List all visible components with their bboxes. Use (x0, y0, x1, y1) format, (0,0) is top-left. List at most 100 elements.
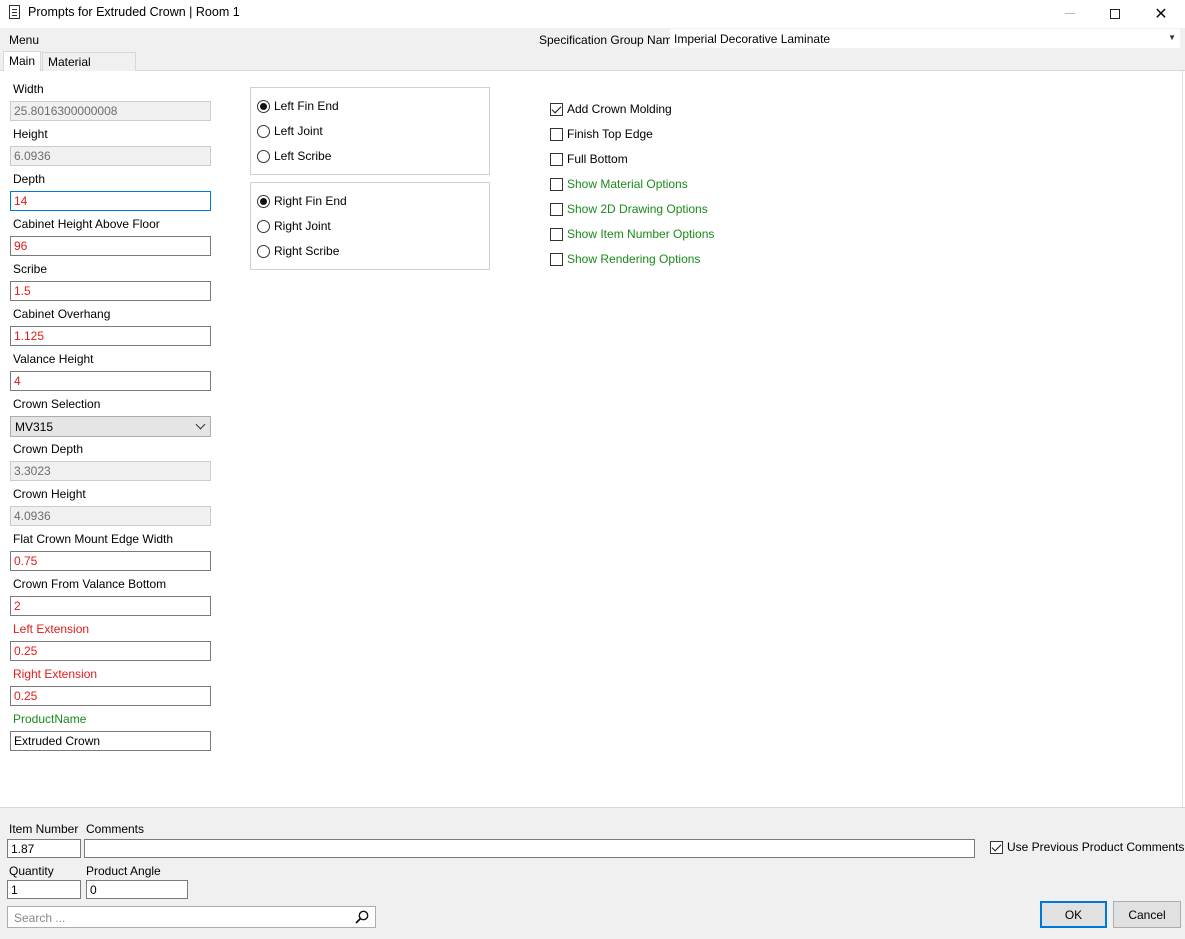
checkbox-icon (550, 152, 563, 166)
show-item-number-options-checkbox[interactable]: Show Item Number Options (550, 227, 714, 241)
show-2d-drawing-options-checkbox[interactable]: Show 2D Drawing Options (550, 202, 708, 216)
product-angle-field[interactable]: 0 (86, 880, 188, 899)
quantity-field[interactable]: 1 (7, 880, 81, 899)
tab-material-options[interactable]: Material Options (42, 52, 136, 83)
checkbox-checked-icon (990, 840, 1003, 854)
crown-depth-label: Crown Depth (13, 442, 84, 456)
comments-field[interactable] (84, 839, 975, 858)
cabinet-overhang-field[interactable]: 1.125 (10, 326, 211, 346)
show-material-options-checkbox[interactable]: Show Material Options (550, 177, 688, 191)
crown-height-label: Crown Height (13, 487, 86, 501)
close-button[interactable]: ✕ (1138, 0, 1184, 27)
add-crown-molding-checkbox[interactable]: Add Crown Molding (550, 102, 672, 116)
title-bar: Prompts for Extruded Crown | Room 1 ✕ (0, 0, 1185, 27)
left-joint-option[interactable]: Left Joint (257, 124, 323, 138)
full-bottom-label: Full Bottom (567, 152, 628, 166)
comments-label: Comments (86, 822, 145, 836)
flat-crown-edge-field[interactable]: 0.75 (10, 551, 211, 571)
depth-field[interactable]: 14 (10, 191, 211, 211)
left-scribe-label: Left Scribe (274, 149, 332, 163)
item-number-field[interactable]: 1.87 (7, 839, 81, 858)
product-name-label: ProductName (13, 712, 87, 726)
checkbox-icon (550, 177, 563, 191)
right-end-group: Right Fin End Right Joint Right Scribe (250, 182, 490, 270)
crown-depth-field[interactable]: 3.3023 (10, 461, 211, 481)
spec-group-value: Imperial Decorative Laminate (674, 32, 831, 46)
crown-height-field[interactable]: 4.0936 (10, 506, 211, 526)
radio-icon (257, 219, 270, 233)
radio-selected-icon (257, 99, 270, 113)
left-extension-label: Left Extension (13, 622, 90, 636)
scribe-label: Scribe (13, 262, 48, 276)
document-icon (9, 5, 20, 19)
checkbox-icon (550, 227, 563, 241)
spec-group-select[interactable]: Imperial Decorative Laminate ▼ (670, 29, 1180, 48)
right-fin-end-option[interactable]: Right Fin End (257, 194, 347, 208)
chevron-down-icon (195, 419, 206, 430)
radio-icon (257, 244, 270, 258)
radio-selected-icon (257, 194, 270, 208)
window-title: Prompts for Extruded Crown | Room 1 (28, 5, 240, 19)
add-crown-molding-label: Add Crown Molding (567, 102, 672, 116)
minimize-button[interactable] (1047, 0, 1093, 27)
cabinet-height-label: Cabinet Height Above Floor (13, 217, 160, 231)
cabinet-overhang-label: Cabinet Overhang (13, 307, 111, 321)
tab-main[interactable]: Main (3, 51, 41, 72)
use-previous-comments-label: Use Previous Product Comments (1007, 840, 1185, 854)
spec-group-label: Specification Group Name (539, 33, 680, 47)
crown-selection-dropdown[interactable]: MV315 (10, 416, 211, 437)
checkbox-icon (550, 127, 563, 141)
left-extension-field[interactable]: 0.25 (10, 641, 211, 661)
left-joint-label: Left Joint (274, 124, 323, 138)
product-angle-label: Product Angle (86, 864, 161, 878)
maximize-button[interactable] (1092, 0, 1138, 27)
width-field[interactable]: 25.8016300000008 (10, 101, 211, 121)
scribe-field[interactable]: 1.5 (10, 281, 211, 301)
right-extension-label: Right Extension (13, 667, 98, 681)
left-end-group: Left Fin End Left Joint Left Scribe (250, 87, 490, 175)
crown-selection-label: Crown Selection (13, 397, 101, 411)
cabinet-height-field[interactable]: 96 (10, 236, 211, 256)
full-bottom-checkbox[interactable]: Full Bottom (550, 152, 628, 166)
valance-height-field[interactable]: 4 (10, 371, 211, 391)
quantity-label: Quantity (9, 864, 54, 878)
search-placeholder: Search ... (14, 911, 66, 925)
search-icon[interactable] (355, 910, 369, 924)
crown-from-valance-label: Crown From Valance Bottom (13, 577, 167, 591)
product-name-field[interactable]: Extruded Crown (10, 731, 211, 751)
bottom-bar: Item Number 1.87 Comments Use Previous P… (0, 807, 1185, 939)
main-panel: Width 25.8016300000008 Height 6.0936 Dep… (0, 71, 1183, 807)
right-extension-field[interactable]: 0.25 (10, 686, 211, 706)
height-field[interactable]: 6.0936 (10, 146, 211, 166)
height-label: Height (13, 127, 48, 141)
show-material-options-label: Show Material Options (567, 177, 688, 191)
checkbox-checked-icon (550, 102, 563, 116)
show-rendering-options-checkbox[interactable]: Show Rendering Options (550, 252, 700, 266)
finish-top-edge-label: Finish Top Edge (567, 127, 653, 141)
use-previous-comments-checkbox[interactable]: Use Previous Product Comments (990, 840, 1184, 854)
show-rendering-options-label: Show Rendering Options (567, 252, 701, 266)
right-scribe-label: Right Scribe (274, 244, 340, 258)
checkbox-icon (550, 252, 563, 266)
depth-label: Depth (13, 172, 46, 186)
width-label: Width (13, 82, 44, 96)
right-fin-end-label: Right Fin End (274, 194, 347, 208)
left-fin-end-option[interactable]: Left Fin End (257, 99, 339, 113)
show-2d-drawing-options-label: Show 2D Drawing Options (567, 202, 708, 216)
ok-button[interactable]: OK (1040, 901, 1107, 928)
left-fin-end-label: Left Fin End (274, 99, 339, 113)
flat-crown-edge-label: Flat Crown Mount Edge Width (13, 532, 174, 546)
menu-item[interactable]: Menu (9, 33, 39, 47)
valance-height-label: Valance Height (13, 352, 94, 366)
show-item-number-options-label: Show Item Number Options (567, 227, 715, 241)
left-scribe-option[interactable]: Left Scribe (257, 149, 331, 163)
finish-top-edge-checkbox[interactable]: Finish Top Edge (550, 127, 653, 141)
right-joint-option[interactable]: Right Joint (257, 219, 331, 233)
crown-from-valance-field[interactable]: 2 (10, 596, 211, 616)
right-scribe-option[interactable]: Right Scribe (257, 244, 339, 258)
tab-strip: Main Material Options (0, 51, 1185, 83)
search-input[interactable]: Search ... (7, 906, 376, 928)
cancel-button[interactable]: Cancel (1113, 901, 1181, 928)
radio-icon (257, 149, 270, 163)
item-number-label: Item Number (9, 822, 79, 836)
